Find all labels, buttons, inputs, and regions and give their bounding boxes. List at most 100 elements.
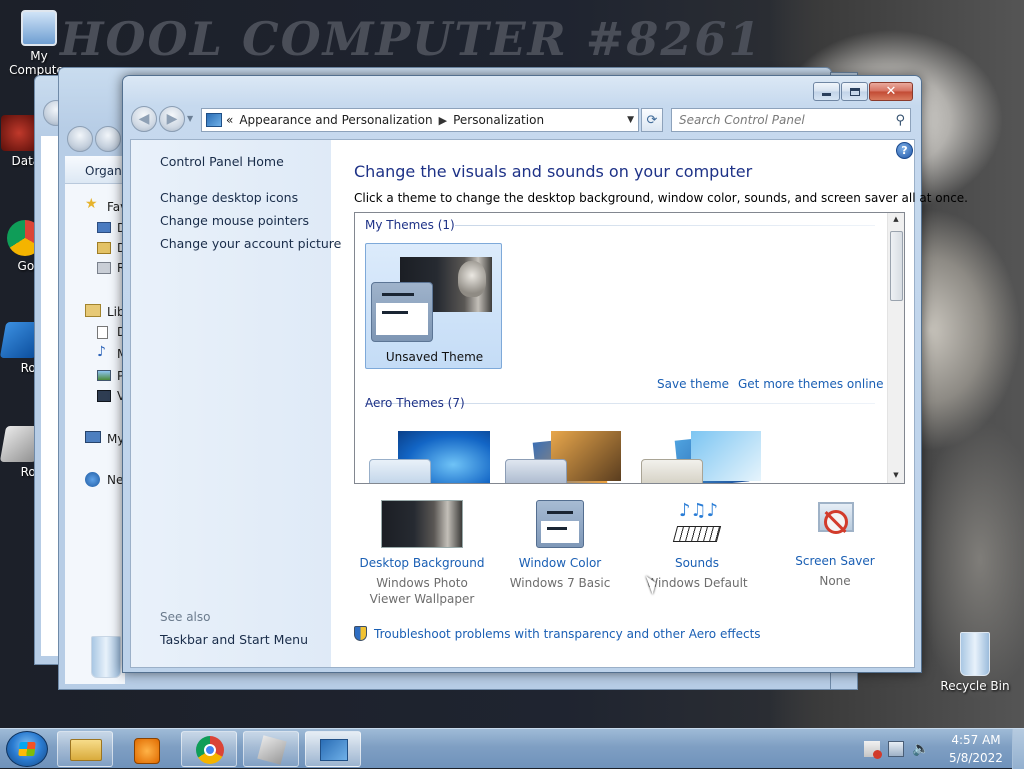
main-pane: ? Change the visuals and sounds on your …	[331, 140, 968, 667]
taskbar-start-menu-link[interactable]: Taskbar and Start Menu	[160, 632, 308, 647]
window-color-value: Windows 7 Basic	[509, 576, 611, 590]
breadcrumb-overflow[interactable]: «	[226, 113, 233, 127]
volume-icon[interactable]: 🔈	[912, 741, 929, 757]
breadcrumb-separator-icon[interactable]: ▶	[439, 114, 447, 127]
window-color-item[interactable]: Window Color Windows 7 Basic	[490, 500, 630, 591]
caption-buttons: ✕	[813, 82, 913, 101]
change-desktop-icons-link[interactable]: Change desktop icons	[160, 190, 298, 205]
get-more-themes-link[interactable]: Get more themes online	[738, 377, 884, 391]
group-divider	[455, 225, 875, 226]
change-mouse-pointers-link[interactable]: Change mouse pointers	[160, 213, 309, 228]
address-bar[interactable]: « Appearance and Personalization ▶ Perso…	[201, 108, 639, 132]
control-panel-icon	[206, 113, 222, 127]
page-subtitle: Click a theme to change the desktop back…	[354, 191, 968, 205]
star-icon: ★	[85, 196, 98, 212]
breadcrumb-appearance[interactable]: Appearance and Personalization	[239, 113, 432, 127]
clock-date: 5/8/2022	[949, 751, 1003, 765]
pictures-icon	[97, 370, 111, 381]
organize-menu[interactable]: Organiz	[85, 164, 125, 178]
taskbar-roblox[interactable]	[243, 731, 299, 767]
control-panel-home-link[interactable]: Control Panel Home	[160, 154, 284, 169]
wallpaper-text: HOOL COMPUTER #8261	[60, 12, 763, 66]
help-icon[interactable]: ?	[896, 142, 913, 159]
minimize-button[interactable]	[813, 82, 840, 101]
save-theme-link[interactable]: Save theme	[657, 377, 729, 391]
control-panel-icon	[320, 739, 348, 761]
see-also-heading: See also	[160, 610, 211, 624]
window-content: Control Panel Home Change desktop icons …	[130, 139, 968, 668]
theme-list-scrollbar[interactable]: ▲ ▼	[887, 213, 904, 483]
taskbar-media-player[interactable]	[119, 731, 175, 767]
recycle-bin-icon	[960, 632, 990, 676]
desktop-icon-recycle-bin[interactable]: Recycle Bin	[938, 632, 1012, 693]
refresh-button[interactable]: ⟳	[641, 108, 663, 132]
breadcrumb-personalization[interactable]: Personalization	[453, 113, 544, 127]
change-account-picture-link[interactable]: Change your account picture	[160, 236, 341, 251]
page-title: Change the visuals and sounds on your co…	[354, 162, 753, 181]
taskbar-chrome[interactable]	[181, 731, 237, 767]
sounds-icon: ♪♫♪	[672, 500, 722, 548]
sounds-label[interactable]: Sounds	[627, 556, 767, 570]
theme-list[interactable]: My Themes (1) Unsaved Theme Save theme G…	[354, 212, 905, 484]
forward-button[interactable]	[95, 126, 121, 152]
action-center-flag-icon[interactable]	[864, 741, 882, 759]
network-icon	[85, 472, 100, 487]
scroll-thumb[interactable]	[890, 231, 903, 301]
my-themes-header[interactable]: My Themes (1)	[365, 218, 455, 232]
maximize-button[interactable]	[841, 82, 868, 101]
recent-places-icon	[97, 262, 111, 274]
desktop-folder-icon	[97, 222, 111, 233]
clock-time: 4:57 AM	[951, 733, 1001, 747]
computer-icon	[21, 10, 57, 46]
window-color-label[interactable]: Window Color	[490, 556, 630, 570]
refresh-icon: ⟳	[646, 112, 658, 128]
nav-buttons: ◀ ▶ ▼	[131, 106, 195, 134]
screen-saver-label[interactable]: Screen Saver	[765, 554, 905, 568]
videos-icon	[97, 390, 111, 402]
forward-button[interactable]: ▶	[159, 106, 185, 132]
taskbar: 🔈 4:57 AM 5/8/2022	[0, 728, 1024, 769]
troubleshoot-link[interactable]: Troubleshoot problems with transparency …	[354, 626, 761, 641]
theme-tile-unsaved[interactable]: Unsaved Theme	[365, 243, 502, 369]
close-button[interactable]: ✕	[869, 82, 913, 101]
nav-network[interactable]: Ne	[107, 473, 123, 487]
start-button[interactable]	[6, 731, 48, 767]
desktop: HOOL COMPUTER #8261 My Computer DataW Go…	[0, 0, 1024, 728]
desktop-icon-label: Recycle Bin	[940, 679, 1010, 693]
minimize-icon	[822, 93, 831, 96]
roblox-icon	[257, 735, 287, 765]
forward-arrow-icon: ▶	[166, 111, 178, 127]
show-desktop-button[interactable]	[1012, 729, 1024, 769]
theme-tile-characters[interactable]	[641, 431, 766, 483]
taskbar-control-panel[interactable]	[305, 731, 361, 767]
aero-themes-header[interactable]: Aero Themes (7)	[365, 396, 465, 410]
window-color-icon	[536, 500, 584, 548]
scroll-down-icon[interactable]: ▼	[888, 471, 904, 479]
media-player-icon	[134, 738, 160, 764]
clock[interactable]: 4:57 AM 5/8/2022	[940, 731, 1012, 767]
theme-tile-windows-7[interactable]	[369, 431, 494, 483]
search-input[interactable]: Search Control Panel ⚲	[671, 108, 911, 132]
close-icon: ✕	[885, 84, 897, 99]
desktop-background-item[interactable]: Desktop Background Windows Photo Viewer …	[352, 500, 492, 607]
desktop-background-label[interactable]: Desktop Background	[352, 556, 492, 570]
back-button[interactable]: ◀	[131, 106, 157, 132]
personalization-window[interactable]: ✕ ◀ ▶ ▼ « Appearance and Personalization…	[122, 75, 968, 673]
music-icon: ♪	[97, 344, 106, 360]
troubleshoot-text[interactable]: Troubleshoot problems with transparency …	[374, 627, 761, 641]
screen-saver-icon	[812, 500, 858, 546]
back-button[interactable]	[67, 126, 93, 152]
taskbar-explorer[interactable]	[57, 731, 113, 767]
back-arrow-icon: ◀	[138, 111, 150, 127]
dataw-icon	[1, 115, 37, 151]
address-dropdown-icon[interactable]: ▼	[627, 115, 634, 125]
theme-window-preview	[371, 282, 433, 342]
recycle-bin-icon	[91, 636, 121, 678]
search-icon[interactable]: ⚲	[895, 113, 905, 128]
scroll-up-icon[interactable]: ▲	[888, 215, 904, 223]
screen-saver-item[interactable]: Screen Saver None	[765, 500, 905, 589]
theme-tile-architecture[interactable]	[505, 431, 630, 483]
shield-icon	[354, 626, 367, 641]
network-icon[interactable]	[888, 741, 904, 757]
recent-pages-dropdown[interactable]: ▼	[187, 114, 193, 123]
